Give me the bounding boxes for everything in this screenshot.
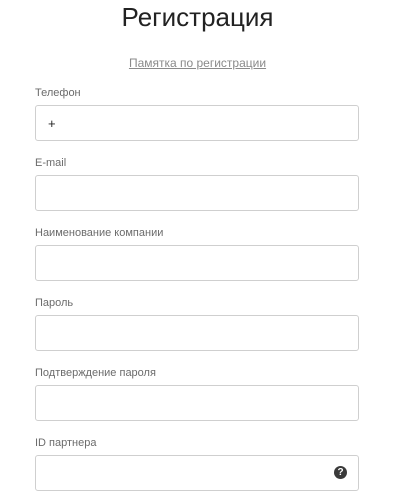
partner-id-input[interactable] xyxy=(35,455,359,491)
password-input[interactable] xyxy=(35,315,359,351)
phone-label: Телефон xyxy=(35,87,81,99)
page-title: Регистрация xyxy=(121,2,274,32)
question-circle-icon[interactable]: ? xyxy=(334,466,347,479)
password-label: Пароль xyxy=(35,297,74,309)
registration-memo-link[interactable]: Памятка по регистрации xyxy=(0,56,395,70)
password-confirm-label: Подтверждение пароля xyxy=(35,367,156,379)
company-name-label: Наименование компании xyxy=(35,227,164,239)
email-label: E-mail xyxy=(35,157,67,169)
phone-input[interactable] xyxy=(35,105,359,141)
email-input[interactable] xyxy=(35,175,359,211)
password-confirm-input[interactable] xyxy=(35,385,359,421)
partner-id-label: ID партнера xyxy=(35,437,97,449)
registration-form: Регистрация Памятка по регистрации Телеф… xyxy=(0,0,395,500)
company-name-input[interactable] xyxy=(35,245,359,281)
